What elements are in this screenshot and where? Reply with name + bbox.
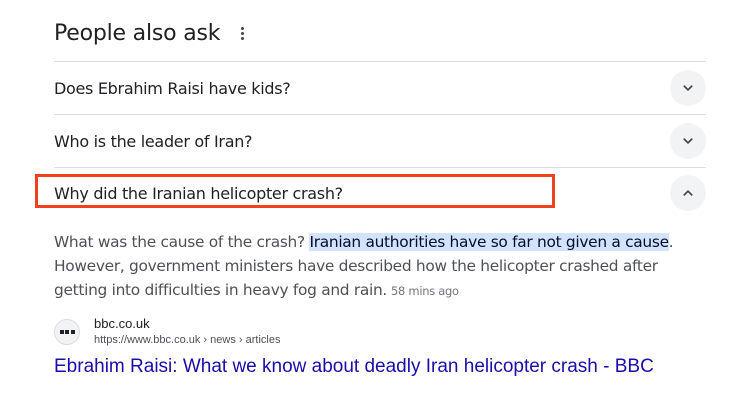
answer-highlight: Iranian authorities have so far not give… [309,233,669,251]
source-attribution[interactable]: bbc.co.uk https://www.bbc.co.uk › news ›… [54,314,280,350]
question-row-kids[interactable]: Does Ebrahim Raisi have kids? [54,62,706,114]
answer-lead: What was the cause of the crash? [54,233,310,251]
more-vert-icon[interactable] [234,21,250,45]
paa-title: People also ask [54,20,221,46]
source-name: bbc.co.uk [94,316,150,331]
chevron-down-icon[interactable] [670,123,706,159]
bbc-favicon-icon [54,319,80,345]
chevron-up-icon[interactable] [670,175,706,211]
question-text: Who is the leader of Iran? [54,131,253,151]
paa-header: People also ask [54,18,250,48]
result-title-link[interactable]: Ebrahim Raisi: What we know about deadly… [54,354,694,379]
people-also-ask-panel: People also ask Does Ebrahim Raisi have … [35,0,706,417]
source-url: https://www.bbc.co.uk › news › articles [94,334,281,346]
chevron-down-icon[interactable] [670,70,706,106]
question-row-crash[interactable]: Why did the Iranian helicopter crash? [54,167,706,219]
question-text: Does Ebrahim Raisi have kids? [54,78,291,98]
source-meta: bbc.co.uk https://www.bbc.co.uk › news ›… [94,316,280,348]
question-row-leader[interactable]: Who is the leader of Iran? [54,115,706,167]
answer-timestamp: 58 mins ago [391,284,459,298]
answer-snippet: What was the cause of the crash? Iranian… [54,230,704,303]
question-text: Why did the Iranian helicopter crash? [54,183,343,203]
